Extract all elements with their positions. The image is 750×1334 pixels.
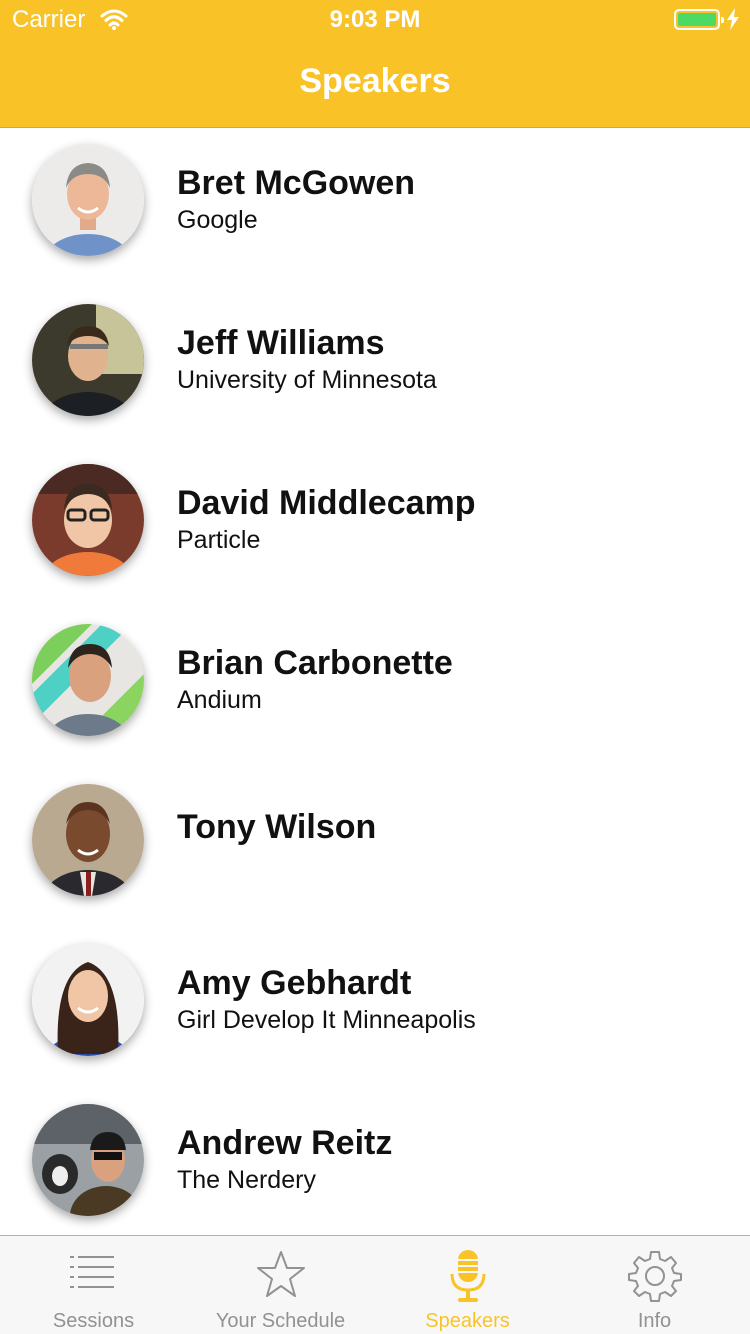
speaker-affiliation: Girl Develop It Minneapolis xyxy=(177,1006,476,1034)
page-title: Speakers xyxy=(299,62,451,100)
tab-speakers-label: Speakers xyxy=(425,1310,510,1332)
star-icon xyxy=(257,1251,305,1297)
speaker-name: David Middlecamp xyxy=(177,484,476,522)
speaker-name: Jeff Williams xyxy=(177,324,385,362)
speaker-name: Amy Gebhardt xyxy=(177,964,412,1002)
tab-sessions[interactable]: Sessions xyxy=(0,1236,187,1334)
speaker-list[interactable]: Bret McGowen Google Jeff Williams Univer… xyxy=(0,128,750,1235)
speaker-avatar xyxy=(32,144,144,256)
speaker-avatar xyxy=(32,1104,144,1216)
speaker-row[interactable]: David Middlecamp Particle xyxy=(0,448,750,608)
list-icon xyxy=(70,1256,114,1288)
speaker-affiliation: The Nerdery xyxy=(177,1166,316,1194)
tab-your-schedule-label: Your Schedule xyxy=(215,1310,346,1332)
status-bar: Carrier 9:03 PM xyxy=(0,0,750,40)
gear-icon xyxy=(628,1251,682,1302)
charging-bolt-icon xyxy=(727,8,739,30)
tab-your-schedule[interactable]: Your Schedule xyxy=(187,1236,374,1334)
speaker-row[interactable]: Brian Carbonette Andium xyxy=(0,608,750,768)
speaker-row[interactable]: Tony Wilson xyxy=(0,768,750,928)
tab-bar: Sessions Your Schedule Speakers Info xyxy=(0,1235,750,1334)
speaker-avatar xyxy=(32,464,144,576)
speaker-name: Tony Wilson xyxy=(177,808,377,846)
speaker-row[interactable]: Jeff Williams University of Minnesota xyxy=(0,288,750,448)
microphone-icon xyxy=(450,1250,486,1302)
battery-icon xyxy=(674,9,724,30)
speaker-avatar xyxy=(32,944,144,1056)
speaker-name: Bret McGowen xyxy=(177,164,416,202)
tab-info-label: Info xyxy=(637,1310,672,1332)
tab-sessions-label: Sessions xyxy=(52,1310,135,1332)
speaker-affiliation: Google xyxy=(177,206,258,234)
navigation-header: Carrier 9:03 PM Speakers xyxy=(0,0,750,128)
speaker-avatar xyxy=(32,784,144,896)
speaker-affiliation: University of Minnesota xyxy=(177,366,437,394)
speaker-name: Brian Carbonette xyxy=(177,644,453,682)
speaker-row[interactable]: Amy Gebhardt Girl Develop It Minneapolis xyxy=(0,928,750,1088)
speaker-row[interactable]: Andrew Reitz The Nerdery xyxy=(0,1088,750,1235)
tab-info[interactable]: Info xyxy=(561,1236,748,1334)
speaker-row[interactable]: Bret McGowen Google xyxy=(0,128,750,288)
speaker-affiliation: Andium xyxy=(177,686,262,714)
speaker-name: Andrew Reitz xyxy=(177,1124,393,1162)
tab-speakers[interactable]: Speakers xyxy=(374,1236,561,1334)
speaker-affiliation: Particle xyxy=(177,526,261,554)
speaker-avatar xyxy=(32,624,144,736)
speaker-avatar xyxy=(32,304,144,416)
status-time: 9:03 PM xyxy=(329,6,421,33)
